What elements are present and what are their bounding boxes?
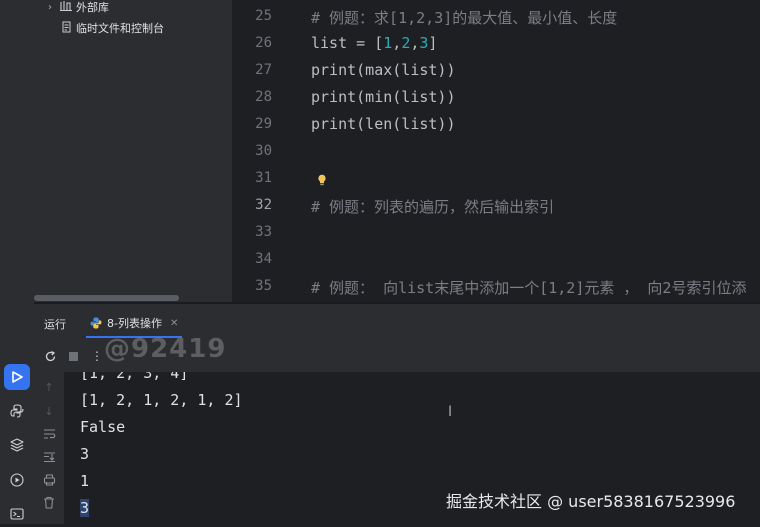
code-editor[interactable]: 25 # 例题：求[1,2,3]的最大值、最小值、长度 26 list = [1,2,… (232, 0, 760, 302)
run-icon (12, 371, 23, 383)
tree-item-label: 外部库 (76, 1, 109, 14)
scroll-to-end-icon[interactable] (42, 450, 56, 464)
activity-bar (0, 0, 34, 524)
tree-item-external-libraries[interactable]: › 外部库 (44, 0, 109, 17)
line-number[interactable]: 29 (232, 116, 272, 132)
credit-watermark: 掘金技术社区 @ user5838167523996 (446, 492, 736, 511)
services-button[interactable] (4, 467, 30, 493)
code-token: ] (428, 34, 438, 52)
line-number[interactable]: 32 (232, 197, 272, 213)
line-number[interactable]: 35 (232, 278, 272, 294)
code-token: print(max(list)) (311, 61, 456, 79)
tree-item-scratches[interactable]: 临时文件和控制台 (56, 18, 164, 38)
lightbulb-icon[interactable] (317, 174, 327, 186)
code-comment: # 例题：列表的遍历，然后输出索引 (311, 198, 555, 216)
code-line: list = [1,2,3] (311, 34, 437, 52)
code-line: # 例题：列表的遍历，然后输出索引 (311, 196, 554, 217)
line-number[interactable]: 28 (232, 89, 272, 105)
console-line: 1 (80, 472, 90, 490)
run-tool-button[interactable] (4, 364, 30, 390)
code-token: list = [ (311, 34, 384, 52)
python-console-button[interactable] (4, 398, 30, 424)
python-icon (10, 404, 24, 418)
code-comment: # 例题：求[1,2,3]的最大值、最小值、长度 (311, 9, 618, 27)
layers-icon (10, 438, 24, 452)
run-toolwindow-title: 运行 (44, 318, 66, 331)
code-line: # 例题：求[1,2,3]的最大值、最小值、长度 (311, 7, 617, 28)
services-icon (10, 473, 24, 487)
console-side-actions: ↑ ↓ (34, 372, 64, 524)
line-number[interactable]: 34 (232, 251, 272, 267)
text-cursor-icon: I (448, 404, 453, 420)
arrow-down-icon[interactable]: ↓ (42, 404, 56, 418)
console-output[interactable]: [1, 2, 3, 4] [1, 2, 1, 2, 1, 2] False 3 … (64, 372, 760, 524)
more-options-icon[interactable]: ⋮ (90, 349, 104, 363)
line-number[interactable]: 33 (232, 224, 272, 240)
line-number[interactable]: 26 (232, 35, 272, 51)
code-line: print(min(list)) (311, 88, 456, 106)
code-number: 1 (383, 34, 393, 52)
line-number[interactable]: 25 (232, 8, 272, 24)
code-token: print(min(list)) (311, 88, 456, 106)
arrow-up-icon[interactable]: ↑ (42, 380, 56, 394)
print-icon[interactable] (42, 473, 56, 487)
terminal-button[interactable] (4, 501, 30, 527)
console-line-selected: 3 (80, 499, 90, 517)
code-line: print(max(list)) (311, 61, 456, 79)
watermark: @92419 (104, 334, 227, 364)
python-file-icon (90, 317, 102, 329)
chevron-right-icon[interactable]: › (44, 2, 56, 13)
console-line: [1, 2, 1, 2, 1, 2] (80, 391, 243, 409)
console-line: False (80, 418, 126, 436)
scratch-icon (59, 21, 73, 36)
tab-label: 8-列表操作 (107, 317, 162, 330)
code-token: , (392, 34, 402, 52)
project-tree: › 外部库 临时文件和控制台 (34, 0, 232, 302)
rerun-icon[interactable] (43, 349, 57, 363)
code-number: 2 (401, 34, 411, 52)
layers-button[interactable] (4, 432, 30, 458)
console-line: 3 (80, 445, 90, 463)
tree-item-label: 临时文件和控制台 (76, 22, 164, 35)
line-number[interactable]: 27 (232, 62, 272, 78)
line-number[interactable]: 31 (232, 170, 272, 186)
code-token: print(len(list)) (311, 115, 456, 133)
close-icon[interactable]: ✕ (170, 318, 178, 329)
soft-wrap-icon[interactable] (42, 427, 56, 441)
stop-icon[interactable] (66, 349, 80, 363)
trash-icon[interactable] (42, 495, 56, 509)
terminal-icon (10, 508, 24, 520)
run-toolbar: ⋮ @92419 (34, 334, 760, 372)
line-number[interactable]: 30 (232, 143, 272, 159)
tree-horizontal-scrollbar[interactable] (34, 295, 179, 301)
code-line: print(len(list)) (311, 115, 456, 133)
console-line: [1, 2, 3, 4] (80, 372, 189, 382)
code-comment: # 例题： 向list末尾中添加一个[1,2]元素 ， 向2号索引位添 (311, 279, 747, 297)
library-icon (59, 0, 73, 14)
code-line: # 例题： 向list末尾中添加一个[1,2]元素 ， 向2号索引位添 (311, 277, 746, 298)
